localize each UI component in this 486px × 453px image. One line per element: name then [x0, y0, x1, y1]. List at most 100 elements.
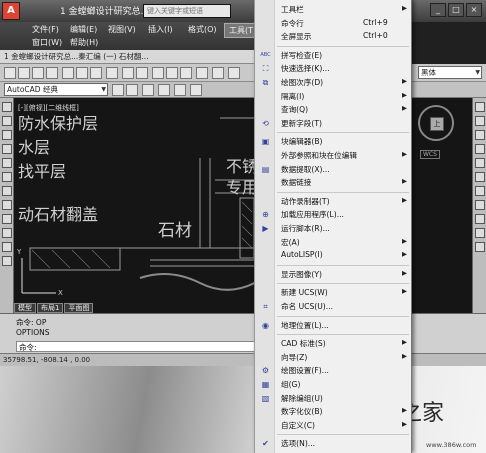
rectangle-tool-icon[interactable] — [2, 144, 12, 154]
menu-item[interactable]: 数据链接 ▶ — [255, 176, 413, 189]
arc-tool-icon[interactable] — [2, 158, 12, 168]
print-icon[interactable] — [46, 67, 58, 79]
trim-tool-icon[interactable] — [475, 214, 485, 224]
menu-item[interactable]: ABC 拼写检查(E) — [255, 49, 413, 62]
menu-item[interactable]: ✔ 选项(N)... — [255, 437, 413, 450]
menu-item[interactable]: 向导(Z) ▶ — [255, 351, 413, 364]
match-properties-icon[interactable] — [106, 67, 118, 79]
menu-item[interactable]: 查询(Q) ▶ — [255, 103, 413, 116]
menu-format[interactable]: 格式(O) — [188, 24, 217, 35]
menu-item[interactable]: 宏(A) ▶ — [255, 236, 413, 249]
new-file-icon[interactable] — [4, 67, 16, 79]
array-tool-icon[interactable] — [475, 158, 485, 168]
tab-floor-plan[interactable]: 平面图 — [64, 303, 94, 313]
menu-item[interactable]: ▤ 数据提取(X)... — [255, 163, 413, 176]
menu-item[interactable]: ⛶ 快速选择(K)... — [255, 62, 413, 75]
menu-item[interactable]: 动作录制器(T) ▶ — [255, 195, 413, 208]
menu-item[interactable]: 数字化仪(B) ▶ — [255, 405, 413, 418]
lock-icon[interactable] — [190, 84, 202, 96]
menu-file[interactable]: 文件(F) — [32, 24, 59, 35]
menu-view[interactable]: 视图(V) — [108, 24, 136, 35]
menu-item[interactable]: CAD 标准(S) ▶ — [255, 337, 413, 350]
menu-item[interactable]: 外部参照和块在位编辑 ▶ — [255, 149, 413, 162]
redo-icon[interactable] — [136, 67, 148, 79]
spline-tool-icon[interactable] — [2, 186, 12, 196]
lightbulb-icon[interactable] — [158, 84, 170, 96]
menu-item[interactable]: ▦ 组(G) — [255, 378, 413, 391]
erase-tool-icon[interactable] — [475, 102, 485, 112]
layer-properties-icon[interactable] — [126, 84, 138, 96]
menu-help[interactable]: 帮助(H) — [70, 37, 98, 48]
zoom-icon[interactable] — [166, 67, 178, 79]
scale-tool-icon[interactable] — [475, 200, 485, 210]
tool-palettes-icon[interactable] — [228, 67, 240, 79]
circle-tool-icon[interactable] — [2, 172, 12, 182]
extend-tool-icon[interactable] — [475, 228, 485, 238]
menu-item[interactable]: ▣ 块编辑器(B) — [255, 135, 413, 148]
viewcube[interactable]: 上 — [418, 105, 454, 141]
command-input[interactable]: 命令: — [16, 341, 256, 352]
table-tool-icon[interactable] — [2, 242, 12, 252]
font-select[interactable]: 黑体 ▼ — [418, 66, 482, 79]
menu-item[interactable]: AutoLISP(I) ▶ — [255, 249, 413, 262]
menu-item[interactable]: ▧ 解除编组(U) — [255, 392, 413, 405]
ellipse-tool-icon[interactable] — [2, 200, 12, 210]
text-tool-icon[interactable] — [2, 256, 12, 266]
close-button[interactable]: × — [466, 3, 482, 17]
open-file-icon[interactable] — [18, 67, 30, 79]
sun-icon[interactable] — [174, 84, 186, 96]
fillet-tool-icon[interactable] — [475, 242, 485, 252]
menu-item[interactable]: ⟲ 更新字段(T) — [255, 117, 413, 130]
tab-model[interactable]: 模型 — [14, 303, 36, 313]
menu-item[interactable]: 工具栏 ▶ — [255, 3, 413, 16]
autocad-logo-icon[interactable]: A — [2, 2, 20, 20]
mirror-tool-icon[interactable] — [475, 130, 485, 140]
maximize-button[interactable]: □ — [448, 3, 464, 17]
paste-icon[interactable] — [90, 67, 102, 79]
move-tool-icon[interactable] — [475, 172, 485, 182]
rotate-tool-icon[interactable] — [475, 186, 485, 196]
viewcube-top-face[interactable]: 上 — [430, 117, 444, 131]
block-tool-icon[interactable] — [2, 214, 12, 224]
line-tool-icon[interactable] — [2, 102, 12, 112]
minimize-button[interactable]: _ — [430, 3, 446, 17]
menu-item[interactable]: 新建 UCS(W) ▶ — [255, 286, 413, 299]
polyline-tool-icon[interactable] — [2, 116, 12, 126]
menu-insert[interactable]: 插入(I) — [148, 24, 173, 35]
offset-tool-icon[interactable] — [475, 144, 485, 154]
wcs-menu[interactable]: WCS — [420, 150, 440, 159]
layer-state-icon[interactable] — [142, 84, 154, 96]
coordinate-readout[interactable]: 35798.51, -808.14 , 0.00 — [3, 356, 90, 364]
properties-icon[interactable] — [196, 67, 208, 79]
cut-icon[interactable] — [62, 67, 74, 79]
drawing-canvas[interactable]: 防水保护层 水层 找平层 动石材翻盖 石材 不锈 专用 Y X — [0, 98, 486, 313]
menu-item[interactable]: 显示图像(Y) ▶ — [255, 268, 413, 281]
save-icon[interactable] — [32, 67, 44, 79]
hatch-tool-icon[interactable] — [2, 228, 12, 238]
search-input[interactable] — [143, 4, 231, 18]
undo-icon[interactable] — [122, 67, 134, 79]
pan-icon[interactable] — [152, 67, 164, 79]
zoom-window-icon[interactable] — [180, 67, 192, 79]
document-tab[interactable]: 1 金螳螂设计研究总...秦汇编 (一) 石材翻... — [0, 50, 270, 64]
menu-item[interactable]: ◉ 地理位置(L)... — [255, 319, 413, 332]
menu-item[interactable]: ▶ 运行脚本(R)... — [255, 222, 413, 235]
menu-edit[interactable]: 编辑(E) — [70, 24, 97, 35]
viewport-controls[interactable]: [-][俯视][二维线框] — [18, 103, 79, 113]
menu-item[interactable]: ⚙ 绘图设置(F)... — [255, 364, 413, 377]
menu-item[interactable]: ⌗ 命名 UCS(U)... — [255, 300, 413, 313]
menu-item[interactable]: 隔离(I) ▶ — [255, 90, 413, 103]
menu-item[interactable]: ⊕ 加载应用程序(L)... — [255, 208, 413, 221]
copy-tool-icon[interactable] — [475, 116, 485, 126]
tab-layout1[interactable]: 布局1 — [37, 303, 64, 313]
menu-item[interactable]: 全屏显示 Ctrl+0 — [255, 30, 413, 43]
polygon-tool-icon[interactable] — [2, 130, 12, 140]
workspace-settings-icon[interactable] — [112, 84, 124, 96]
workspace-select[interactable]: AutoCAD 经典 ▼ — [4, 83, 108, 96]
menu-window[interactable]: 窗口(W) — [32, 37, 62, 48]
menu-item[interactable]: 命令行 Ctrl+9 — [255, 17, 413, 30]
menu-item[interactable]: ⧉ 绘图次序(D) ▶ — [255, 76, 413, 89]
copy-icon[interactable] — [76, 67, 88, 79]
design-center-icon[interactable] — [212, 67, 224, 79]
menu-item[interactable]: 自定义(C) ▶ — [255, 419, 413, 432]
